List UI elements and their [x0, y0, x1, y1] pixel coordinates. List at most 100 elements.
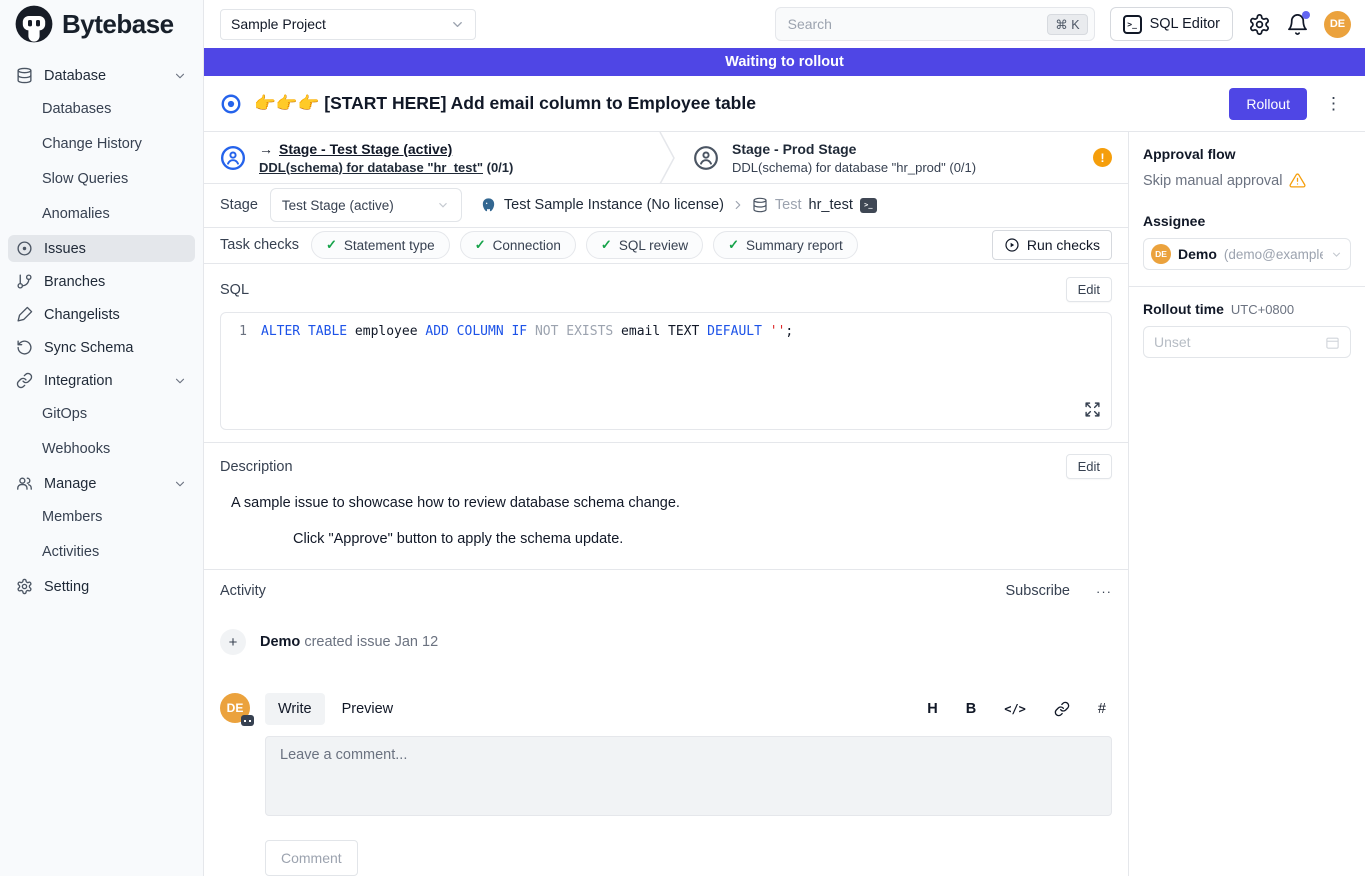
check-icon: ✓: [728, 237, 739, 253]
open-sql-editor-icon[interactable]: >_: [860, 198, 877, 213]
calendar-icon: [1325, 335, 1340, 350]
sql-editor[interactable]: 1 ALTER TABLE employee ADD COLUMN IF NOT…: [220, 312, 1112, 430]
sql-editor-button[interactable]: >_ SQL Editor: [1110, 7, 1233, 41]
topbar: Sample Project ⌘ K >_ SQL Editor: [204, 0, 1365, 48]
activity-more-button[interactable]: ···: [1096, 584, 1112, 599]
assignee-avatar: DE: [1151, 244, 1171, 264]
bold-icon[interactable]: B: [966, 701, 976, 717]
main-panel: → Stage - Test Stage (active) DDL(schema)…: [204, 132, 1128, 876]
sidebar-item-issues[interactable]: Issues: [8, 235, 195, 262]
approval-flow-label: Approval flow: [1143, 146, 1351, 162]
sidebar-item-changelists[interactable]: Changelists: [8, 301, 195, 328]
approval-flow-value: Skip manual approval: [1143, 172, 1351, 189]
comment-input[interactable]: [265, 736, 1112, 816]
heading-icon[interactable]: H: [927, 701, 937, 717]
stage-title-link[interactable]: Stage - Test Stage (active): [279, 141, 452, 157]
chevron-down-icon: [173, 69, 187, 83]
sidebar-item-members[interactable]: Members: [8, 503, 195, 530]
link-icon: [16, 372, 33, 389]
stage-card-prod[interactable]: Stage - Prod Stage DDL(schema) for datab…: [677, 132, 1128, 183]
description-line: A sample issue to showcase how to review…: [231, 495, 1112, 511]
check-pill-summary-report[interactable]: ✓Summary report: [713, 231, 858, 259]
sidebar-item-integration[interactable]: Integration: [8, 367, 195, 394]
task-checks-label: Task checks: [220, 237, 299, 253]
arrow-right-icon: →: [259, 141, 273, 157]
search-box: ⌘ K: [775, 7, 1095, 41]
sidebar-item-sync-schema[interactable]: Sync Schema: [8, 334, 195, 361]
comment-avatar: DE: [220, 693, 250, 723]
actor-name: Demo: [260, 634, 300, 650]
sidebar-item-activities[interactable]: Activities: [8, 538, 195, 565]
instance-link[interactable]: Test Sample Instance (No license): [504, 197, 724, 213]
chevron-down-icon: [1330, 248, 1343, 261]
sql-edit-button[interactable]: Edit: [1066, 277, 1112, 302]
project-select-value: Sample Project: [231, 16, 326, 32]
task-checks-row: Task checks ✓Statement type ✓Connection …: [204, 228, 1128, 264]
sidebar-item-databases[interactable]: Databases: [8, 95, 195, 122]
sidebar-item-database[interactable]: Database: [8, 62, 195, 89]
gear-icon: [16, 578, 33, 595]
rollout-button[interactable]: Rollout: [1229, 88, 1307, 120]
search-input[interactable]: [788, 16, 1048, 32]
terminal-icon: >_: [1123, 15, 1142, 34]
issue-open-icon: [220, 93, 242, 115]
comment-submit-button[interactable]: Comment: [265, 840, 358, 876]
comment-editor-block: DE Write Preview H B </>: [220, 693, 1112, 876]
run-checks-button[interactable]: Run checks: [992, 230, 1112, 260]
sidebar-item-change-history[interactable]: Change History: [8, 130, 195, 157]
tab-preview[interactable]: Preview: [329, 693, 407, 725]
stage-progress: (0/1): [949, 160, 976, 175]
circle-dot-icon: [16, 240, 33, 257]
sidebar-item-manage[interactable]: Manage: [8, 470, 195, 497]
pencils-icon: [16, 306, 33, 323]
stage-card-test[interactable]: → Stage - Test Stage (active) DDL(schema)…: [204, 132, 659, 183]
hash-icon[interactable]: #: [1098, 701, 1106, 717]
sql-code: ALTER TABLE employee ADD COLUMN IF NOT E…: [261, 324, 793, 339]
sidebar-item-webhooks[interactable]: Webhooks: [8, 435, 195, 462]
subscribe-button[interactable]: Subscribe: [1006, 583, 1070, 599]
check-pill-connection[interactable]: ✓Connection: [460, 231, 576, 259]
chevron-down-icon: [450, 17, 465, 32]
sidebar-item-gitops[interactable]: GitOps: [8, 400, 195, 427]
stage-separator: [659, 132, 677, 183]
sidebar-nav: Database Databases Change History Slow Q…: [0, 48, 203, 606]
sql-section: SQL Edit 1 ALTER TABLE employee ADD COLU…: [204, 264, 1128, 442]
brand-logo[interactable]: Bytebase: [0, 0, 203, 48]
sidebar-item-anomalies[interactable]: Anomalies: [8, 200, 195, 227]
activity-label: Activity: [220, 583, 266, 599]
content-column: Sample Project ⌘ K >_ SQL Editor: [204, 0, 1365, 876]
database-link[interactable]: hr_test: [809, 197, 853, 213]
notifications-button[interactable]: [1286, 13, 1309, 36]
issue-title: 👉👉👉 [START HERE] Add email column to Emp…: [254, 93, 756, 114]
description-section: Description Edit A sample issue to showc…: [204, 442, 1128, 569]
project-select[interactable]: Sample Project: [220, 9, 476, 40]
settings-button[interactable]: [1248, 13, 1271, 36]
chevron-right-icon: [731, 198, 745, 212]
tab-write[interactable]: Write: [265, 693, 325, 725]
stage-select[interactable]: Test Stage (active): [270, 188, 462, 222]
warning-triangle-icon: [1289, 172, 1306, 189]
postgres-icon: [480, 197, 497, 214]
code-icon[interactable]: </>: [1004, 702, 1026, 716]
assignee-select[interactable]: DE Demo (demo@example: [1143, 238, 1351, 270]
check-pill-statement-type[interactable]: ✓Statement type: [311, 231, 450, 259]
stage-person-icon: [693, 145, 719, 171]
user-avatar[interactable]: DE: [1324, 11, 1351, 38]
issue-header: 👉👉👉 [START HERE] Add email column to Emp…: [204, 76, 1365, 132]
topbar-right: ⌘ K >_ SQL Editor DE: [775, 7, 1351, 41]
chevron-down-icon: [173, 374, 187, 388]
sidebar-item-slow-queries[interactable]: Slow Queries: [8, 165, 195, 192]
expand-icon: [1084, 401, 1101, 418]
rollout-time-picker[interactable]: Unset: [1143, 326, 1351, 358]
check-icon: ✓: [475, 237, 486, 253]
description-edit-button[interactable]: Edit: [1066, 454, 1112, 479]
sidebar-item-branches[interactable]: Branches: [8, 268, 195, 295]
issue-menu-button[interactable]: ⋮: [1319, 94, 1349, 114]
check-pill-sql-review[interactable]: ✓SQL review: [586, 231, 703, 259]
sidebar: Bytebase Database Databases Change Histo…: [0, 0, 204, 876]
link-icon[interactable]: [1054, 701, 1070, 717]
expand-sql-button[interactable]: [1084, 401, 1101, 421]
sidebar-item-setting[interactable]: Setting: [8, 573, 195, 600]
stage-task-link[interactable]: DDL(schema) for database "hr_test": [259, 160, 483, 175]
notification-dot: [1302, 11, 1310, 19]
